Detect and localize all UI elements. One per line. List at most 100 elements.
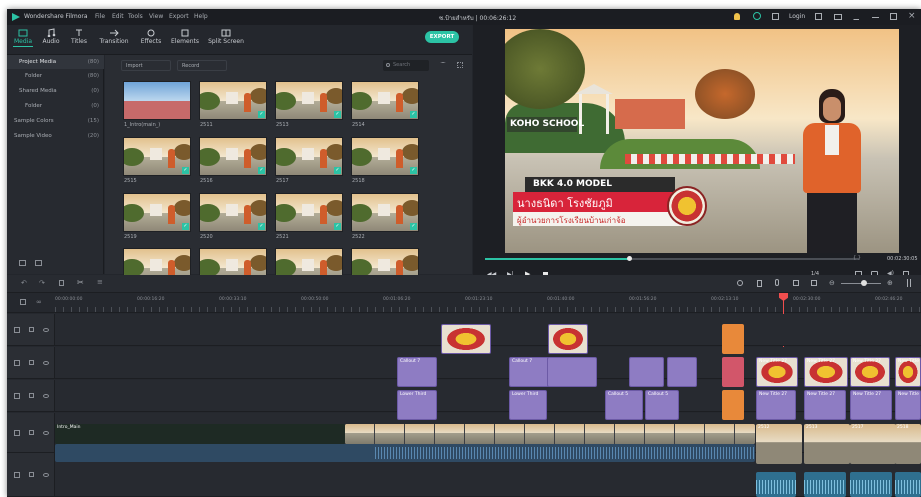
media-thumbnail[interactable]: [123, 81, 191, 120]
zoom-slider[interactable]: [841, 280, 881, 286]
lightbulb-icon[interactable]: [734, 13, 740, 20]
sidebar-item-project-media[interactable]: Project Media (80): [7, 55, 104, 69]
filter-icon[interactable]: [440, 62, 446, 68]
timeline-menu-icon[interactable]: [907, 279, 911, 287]
video-clip[interactable]: Intro_Main: [55, 424, 345, 444]
menu-export[interactable]: Export: [169, 13, 189, 20]
microphone-icon[interactable]: [775, 279, 779, 286]
effect-clip[interactable]: [548, 324, 588, 354]
lock-icon[interactable]: [29, 393, 34, 398]
title-clip[interactable]: New Title 27: [895, 390, 921, 420]
sidebar-item-folder[interactable]: Folder (80): [7, 69, 104, 83]
media-thumbnail[interactable]: ✓: [351, 137, 419, 176]
media-thumbnail[interactable]: ✓: [351, 81, 419, 120]
delete-icon[interactable]: [59, 280, 64, 286]
lower-third-clip[interactable]: Lower Third: [397, 390, 437, 420]
title-clip[interactable]: New Title 27: [756, 357, 798, 387]
video-clip[interactable]: [345, 424, 755, 444]
cut-icon[interactable]: ✂: [77, 278, 84, 287]
gift-icon[interactable]: [772, 13, 779, 20]
title-clip[interactable]: Callout 7: [397, 357, 437, 387]
voiceover-icon[interactable]: [811, 280, 817, 286]
menu-file[interactable]: File: [95, 13, 105, 20]
eye-icon[interactable]: [43, 361, 49, 365]
title-clip[interactable]: New Title 27: [850, 357, 890, 387]
search-input[interactable]: Search: [383, 60, 429, 71]
sidebar-item-sample-colors[interactable]: Sample Colors (15): [7, 114, 104, 128]
eye-icon[interactable]: [43, 394, 49, 398]
marker-icon[interactable]: [757, 280, 762, 287]
menu-tools[interactable]: Tools: [128, 13, 143, 20]
minimize-icon[interactable]: [872, 17, 879, 18]
zoom-handle[interactable]: [861, 280, 867, 286]
title-clip[interactable]: [722, 357, 744, 387]
eye-icon[interactable]: [43, 328, 49, 332]
eye-icon[interactable]: [43, 431, 49, 435]
media-thumbnail[interactable]: ✓: [199, 81, 267, 120]
grid-view-icon[interactable]: [457, 62, 463, 68]
tab-effects[interactable]: Effects: [135, 28, 167, 53]
title-clip[interactable]: New Title 27: [804, 390, 846, 420]
title-clip[interactable]: [722, 390, 744, 420]
restore-icon[interactable]: [890, 13, 897, 20]
add-track-icon[interactable]: [20, 299, 26, 305]
audio-clip[interactable]: [804, 472, 846, 497]
media-thumbnail[interactable]: ✓: [123, 193, 191, 232]
title-clip[interactable]: Callout 7: [509, 357, 549, 387]
tab-titles[interactable]: Titles: [65, 28, 93, 53]
audio-clip[interactable]: [756, 472, 796, 497]
sidebar-item-sample-video[interactable]: Sample Video (20): [7, 129, 104, 143]
media-thumbnail[interactable]: ✓: [275, 137, 343, 176]
adjust-icon[interactable]: ≡: [97, 278, 103, 286]
new-folder-icon[interactable]: [35, 260, 42, 266]
menu-edit[interactable]: Edit: [112, 13, 124, 20]
video-clip[interactable]: 2517: [850, 424, 896, 464]
title-clip[interactable]: [667, 357, 697, 387]
title-clip[interactable]: New Title 27: [850, 390, 892, 420]
tab-transition[interactable]: Transition: [97, 28, 131, 53]
headset-icon[interactable]: [753, 12, 761, 20]
sidebar-item-shared-media[interactable]: Shared Media (0): [7, 84, 104, 98]
export-button[interactable]: EXPORT: [425, 31, 459, 43]
effect-clip[interactable]: [441, 324, 491, 354]
audio-waveform[interactable]: [55, 444, 755, 462]
video-clip[interactable]: 2512: [756, 424, 802, 464]
audio-clip[interactable]: [895, 472, 921, 497]
title-clip[interactable]: New Title 27: [756, 390, 796, 420]
undo-icon[interactable]: ↶: [21, 279, 27, 287]
playback-progress[interactable]: [485, 256, 859, 261]
zoom-in-icon[interactable]: ⊕: [887, 279, 893, 287]
close-icon[interactable]: ×: [908, 11, 916, 21]
login-link[interactable]: Login: [789, 13, 805, 20]
media-thumbnail[interactable]: ✓: [351, 193, 419, 232]
mixer-icon[interactable]: [793, 280, 799, 286]
lower-third-clip[interactable]: Lower Third: [509, 390, 547, 420]
lock-icon[interactable]: [29, 327, 34, 332]
title-clip[interactable]: [629, 357, 664, 387]
import-dropdown[interactable]: Import: [121, 60, 171, 71]
record-dropdown[interactable]: Record: [177, 60, 227, 71]
bracket-icons[interactable]: { }: [853, 255, 861, 261]
zoom-out-icon[interactable]: ⊖: [829, 279, 835, 287]
link-icon[interactable]: ∞: [36, 298, 42, 306]
menu-view[interactable]: View: [149, 13, 163, 20]
eye-icon[interactable]: [43, 473, 49, 477]
menu-help[interactable]: Help: [194, 13, 208, 20]
render-icon[interactable]: [737, 280, 743, 286]
tab-elements[interactable]: Elements: [167, 28, 203, 53]
tab-split-screen[interactable]: Split Screen: [207, 28, 245, 53]
add-folder-icon[interactable]: [19, 260, 26, 266]
lock-icon[interactable]: [29, 472, 34, 477]
title-clip[interactable]: New Title 27: [895, 357, 921, 387]
sidebar-item-shared-folder[interactable]: Folder (0): [7, 99, 104, 113]
mail-icon[interactable]: [834, 14, 842, 20]
tab-media[interactable]: Media: [9, 28, 37, 53]
video-clip[interactable]: 2513: [804, 424, 850, 464]
media-thumbnail[interactable]: ✓: [199, 193, 267, 232]
media-thumbnail[interactable]: ✓: [123, 137, 191, 176]
tab-audio[interactable]: Audio: [37, 28, 65, 53]
media-thumbnail[interactable]: ✓: [275, 81, 343, 120]
video-clip[interactable]: 2518: [895, 424, 921, 464]
media-thumbnail[interactable]: ✓: [199, 137, 267, 176]
callout-clip[interactable]: Callout 5: [605, 390, 643, 420]
